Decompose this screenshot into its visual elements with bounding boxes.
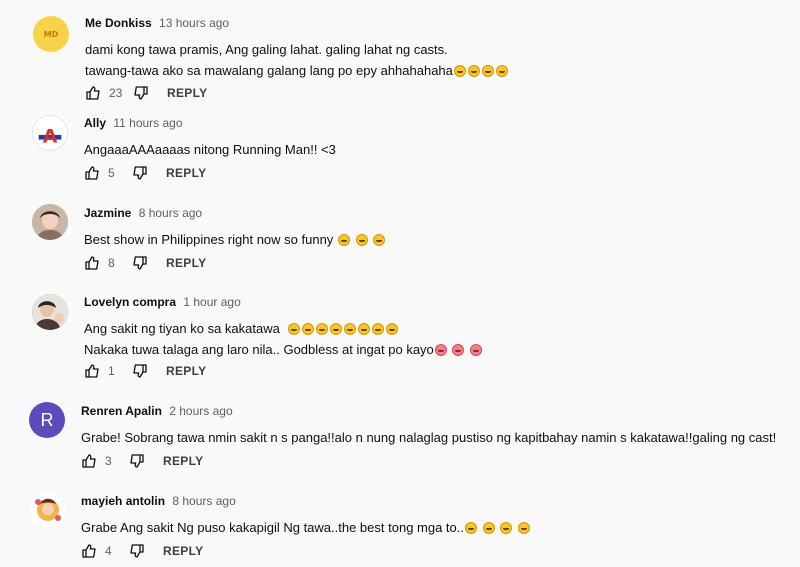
thumbs-down-icon (133, 364, 147, 378)
comment-actions: 4 REPLY (81, 543, 203, 559)
comment-timestamp[interactable]: 2 hours ago (169, 404, 232, 418)
comment-text: Grabe! Sobrang tawa nmin sakit n s panga… (81, 430, 777, 445)
comment-timestamp[interactable]: 11 hours ago (113, 116, 182, 130)
like-button[interactable] (84, 165, 100, 181)
smiling-face-with-hearts-icon (434, 344, 447, 356)
thumbs-up-icon (82, 454, 96, 468)
rofl-emoji-icon (500, 522, 513, 534)
thumbs-down-icon (134, 86, 148, 100)
smiling-face-with-hearts-icon (470, 344, 483, 356)
svg-text:A: A (43, 125, 58, 147)
comment-actions: 23 REPLY (85, 85, 207, 101)
reply-button[interactable]: REPLY (166, 166, 206, 180)
like-button[interactable] (84, 255, 100, 271)
comment-author[interactable]: mayieh antolin (81, 494, 165, 508)
comment-author[interactable]: Ally (84, 116, 106, 130)
like-button[interactable] (85, 85, 101, 101)
dislike-button[interactable] (132, 363, 148, 379)
rofl-emoji-icon (288, 323, 301, 335)
thumbs-down-icon (133, 166, 147, 180)
avatar[interactable]: MD (33, 16, 69, 52)
dislike-button[interactable] (129, 453, 145, 469)
avatar[interactable]: A (32, 115, 68, 151)
rofl-emoji-icon (372, 323, 385, 335)
rofl-emoji-icon (481, 65, 494, 77)
reply-button[interactable]: REPLY (166, 364, 206, 378)
thumbs-down-icon (130, 454, 144, 468)
comment-text: Grabe Ang sakit Ng puso kakapigil Ng taw… (81, 517, 531, 538)
avatar[interactable] (32, 294, 68, 330)
comment-author[interactable]: Lovelyn compra (84, 295, 176, 309)
rofl-emoji-icon (467, 65, 480, 77)
thumbs-down-icon (130, 544, 144, 558)
rofl-emoji-icon (465, 522, 477, 534)
rofl-emoji-icon (386, 323, 399, 335)
avatar[interactable] (30, 492, 66, 528)
dislike-button[interactable] (132, 255, 148, 271)
avatar-logo-icon: MD (44, 30, 59, 39)
rofl-emoji-icon (355, 234, 368, 246)
comment-actions: 1 REPLY (84, 363, 206, 379)
like-count: 23 (109, 86, 123, 100)
svg-text:MD: MD (44, 30, 59, 39)
comment-actions: 5 REPLY (84, 165, 206, 181)
comment-actions: 3 REPLY (81, 453, 203, 469)
avatar-photo-icon (32, 294, 68, 330)
reply-button[interactable]: REPLY (163, 544, 203, 558)
avatar[interactable]: R (29, 402, 65, 438)
rofl-emoji-icon (495, 65, 508, 77)
rofl-emoji-icon (344, 323, 357, 335)
thumbs-up-icon (85, 256, 99, 270)
dislike-button[interactable] (133, 85, 149, 101)
rofl-emoji-icon (373, 234, 386, 246)
avatar-photo-icon (30, 492, 66, 528)
reply-button[interactable]: REPLY (167, 86, 207, 100)
reply-button[interactable]: REPLY (163, 454, 203, 468)
comment-text: dami kong tawa pramis, Ang galing lahat.… (85, 39, 509, 81)
rofl-emoji-icon (453, 65, 466, 77)
comment-author[interactable]: Renren Apalin (81, 404, 162, 418)
rofl-emoji-icon (517, 522, 530, 534)
comment-timestamp[interactable]: 8 hours ago (172, 494, 235, 508)
thumbs-up-icon (86, 86, 100, 100)
thumbs-up-icon (85, 166, 99, 180)
comment-actions: 8 REPLY (84, 255, 206, 271)
comment-author[interactable]: Jazmine (84, 206, 131, 220)
like-count: 3 (105, 454, 112, 468)
rofl-emoji-icon (330, 323, 343, 335)
rofl-emoji-icon (358, 323, 371, 335)
rofl-emoji-icon (302, 323, 315, 335)
rofl-emoji-icon (316, 323, 329, 335)
smiling-face-with-hearts-icon (452, 344, 465, 356)
dislike-button[interactable] (129, 543, 145, 559)
comment-text: Best show in Philippines right now so fu… (84, 229, 386, 250)
dislike-button[interactable] (132, 165, 148, 181)
avatar-photo-icon (32, 204, 68, 240)
reply-button[interactable]: REPLY (166, 256, 206, 270)
comment-timestamp[interactable]: 8 hours ago (139, 206, 202, 220)
like-button[interactable] (81, 453, 97, 469)
avatar-initial: R (40, 409, 54, 430)
avatar[interactable] (32, 204, 68, 240)
comment-author[interactable]: Me Donkiss (85, 16, 152, 30)
rofl-emoji-icon (482, 522, 495, 534)
comment-timestamp[interactable]: 1 hour ago (183, 295, 240, 309)
thumbs-up-icon (85, 364, 99, 378)
like-button[interactable] (81, 543, 97, 559)
comment-timestamp[interactable]: 13 hours ago (159, 16, 229, 30)
avatar-logo-icon: A (38, 125, 62, 147)
comment-text: AngaaaAAAaaaas nitong Running Man!! <3 (84, 142, 336, 157)
rofl-emoji-icon (337, 234, 350, 246)
like-button[interactable] (84, 363, 100, 379)
thumbs-down-icon (133, 256, 147, 270)
like-count: 5 (108, 166, 115, 180)
thumbs-up-icon (82, 544, 96, 558)
like-count: 4 (105, 544, 112, 558)
comment-text: Ang sakit ng tiyan ko sa kakatawa Nakaka… (84, 318, 483, 360)
like-count: 1 (108, 364, 115, 378)
like-count: 8 (108, 256, 115, 270)
